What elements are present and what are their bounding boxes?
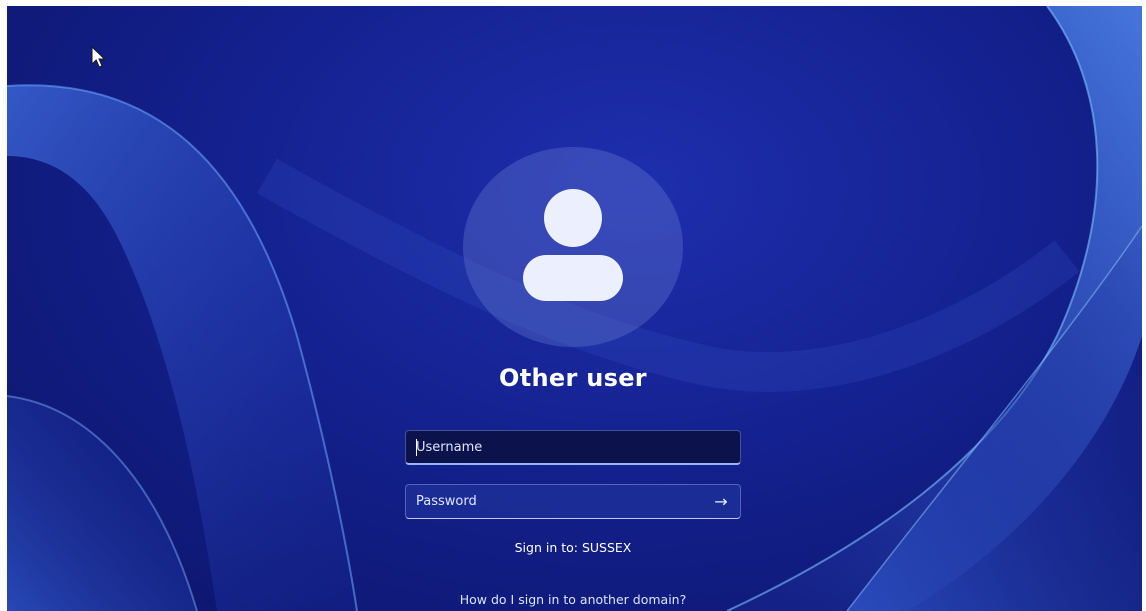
arrow-right-icon[interactable]: →	[708, 489, 734, 515]
password-field[interactable]: →	[405, 484, 741, 519]
password-input[interactable]	[416, 485, 696, 518]
user-avatar	[463, 147, 683, 347]
user-silhouette-icon	[523, 189, 623, 301]
account-name-title: Other user	[499, 364, 647, 392]
text-caret	[416, 439, 417, 456]
mouse-pointer-icon	[91, 46, 106, 68]
username-field[interactable]	[405, 430, 741, 465]
username-input[interactable]	[416, 431, 696, 464]
other-domain-help-link[interactable]: How do I sign in to another domain?	[373, 592, 773, 607]
sign-in-domain-label: Sign in to: SUSSEX	[514, 540, 632, 555]
lock-screen: Other user → Sign in to: SUSSEX How do I…	[7, 6, 1142, 611]
